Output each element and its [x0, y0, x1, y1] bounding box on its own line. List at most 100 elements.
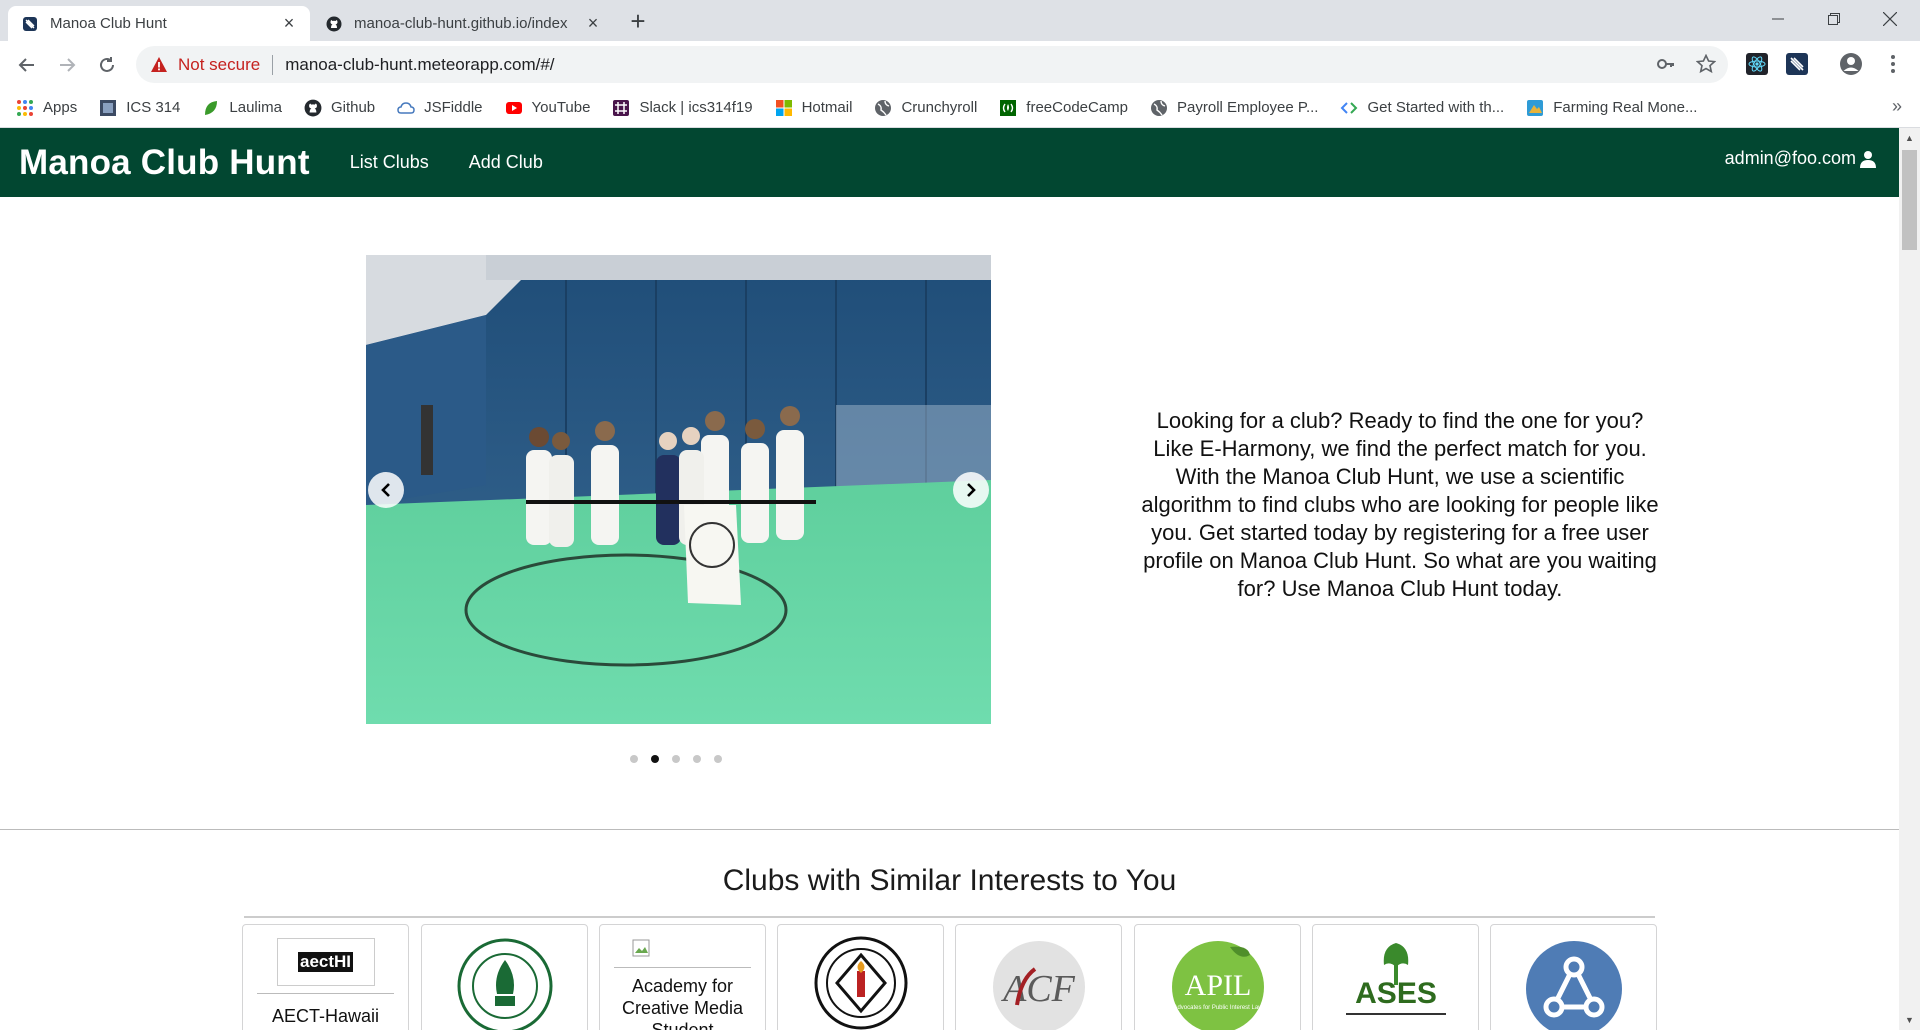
react-devtools-extension[interactable]: [1744, 51, 1770, 77]
card-divider: [257, 993, 394, 994]
club-card-ases[interactable]: ASES: [1312, 924, 1479, 1030]
page-scrollbar[interactable]: ▲ ▼: [1899, 128, 1920, 1030]
microsoft-icon: [775, 99, 792, 116]
bookmark-apps[interactable]: Apps: [16, 99, 77, 117]
meteor-devtools-extension[interactable]: [1784, 51, 1810, 77]
youtube-icon: [505, 101, 522, 114]
broken-image-icon: [632, 939, 650, 957]
tab-title: Manoa Club Hunt: [50, 15, 167, 32]
bookmark-hotmail[interactable]: Hotmail: [775, 99, 852, 117]
forward-button[interactable]: [51, 49, 83, 81]
key-icon: [1657, 59, 1674, 69]
minimize-button[interactable]: [1750, 0, 1806, 38]
more-vert-icon: [1891, 55, 1895, 73]
bookmark-farming[interactable]: Farming Real Mone...: [1526, 99, 1697, 117]
profile-button[interactable]: [1838, 51, 1864, 77]
university-seal-logo: [457, 938, 552, 1030]
forward-arrow-icon: [60, 58, 76, 72]
ases-logo: ASES: [1345, 943, 1446, 1015]
club-card-apil[interactable]: APIL Advocates for Public Interest Law: [1134, 924, 1301, 1030]
warning-icon: [151, 56, 167, 72]
bookmark-crunchyroll[interactable]: Crunchyroll: [874, 99, 977, 117]
carousel-dot[interactable]: [630, 755, 638, 763]
bookmark-github[interactable]: Github: [304, 99, 375, 117]
close-tab-icon[interactable]: ×: [584, 13, 602, 33]
globe-icon: [875, 99, 892, 116]
bookmark-label: ICS 314: [126, 99, 181, 116]
site-navbar: Manoa Club Hunt List Clubs Add Club admi…: [0, 128, 1899, 197]
bookmark-star-button[interactable]: [1692, 50, 1720, 78]
new-tab-button[interactable]: +: [624, 8, 652, 36]
bookmark-payroll[interactable]: Payroll Employee P...: [1150, 99, 1318, 117]
aect-logo: aectHI: [276, 938, 375, 986]
scroll-down-arrow[interactable]: ▼: [1899, 1010, 1920, 1030]
meteor-icon: [1786, 53, 1808, 75]
user-menu[interactable]: admin@foo.com: [1725, 148, 1877, 169]
menu-button[interactable]: [1880, 51, 1906, 77]
bookmark-laulima[interactable]: Laulima: [202, 99, 282, 117]
close-window-button[interactable]: [1862, 0, 1918, 38]
nav-add-club[interactable]: Add Club: [469, 152, 543, 173]
bookmark-youtube[interactable]: YouTube: [505, 99, 591, 117]
url-text[interactable]: manoa-club-hunt.meteorapp.com/#/: [285, 55, 554, 75]
bookmark-ics314[interactable]: ICS 314: [99, 99, 180, 117]
browser-toolbar: Not secure manoa-club-hunt.meteorapp.com…: [0, 41, 1920, 88]
password-key-button[interactable]: [1652, 50, 1680, 78]
apps-grid-icon: [17, 99, 33, 116]
carousel-prev-button[interactable]: [368, 472, 404, 508]
club-card-accounting[interactable]: [777, 924, 944, 1030]
carousel-dot[interactable]: [714, 755, 722, 763]
cloud-icon: [397, 101, 415, 114]
bookmark-label: Slack | ics314f19: [639, 99, 753, 116]
section-divider: [0, 829, 1899, 830]
hero-carousel: [366, 255, 991, 724]
club-name: Academy for Creative Media Student: [621, 976, 744, 1030]
club-card-uh[interactable]: [421, 924, 588, 1030]
section-title: Clubs with Similar Interests to You: [722, 864, 1177, 897]
address-separator: [272, 54, 274, 75]
club-name: AECT-Hawaii: [271, 1006, 380, 1026]
club-card-aect[interactable]: aectHI AECT-Hawaii: [242, 924, 409, 1030]
restore-button[interactable]: [1806, 0, 1862, 38]
bookmark-freecodecamp[interactable]: freeCodeCamp: [999, 99, 1128, 117]
reload-button[interactable]: [91, 49, 123, 81]
bookmark-label: YouTube: [531, 99, 591, 116]
game-icon: [1527, 99, 1544, 116]
carousel-next-button[interactable]: [953, 472, 989, 508]
carousel-dot-active[interactable]: [651, 755, 659, 763]
bookmark-get-started[interactable]: Get Started with th...: [1340, 99, 1504, 117]
carousel-indicators: [630, 755, 735, 763]
ases-logo-text: ASES: [1355, 977, 1437, 1010]
close-tab-icon[interactable]: ×: [280, 13, 298, 33]
reload-icon: [100, 57, 114, 72]
club-card-acm[interactable]: Academy for Creative Media Student: [599, 924, 766, 1030]
apil-logo-text: APIL: [1184, 969, 1251, 1002]
scroll-up-arrow[interactable]: ▲: [1899, 128, 1920, 148]
site-brand[interactable]: Manoa Club Hunt: [19, 143, 310, 183]
carousel-dot[interactable]: [693, 755, 701, 763]
club-card-8[interactable]: [1490, 924, 1657, 1030]
bookmark-label: Payroll Employee P...: [1177, 99, 1319, 116]
tab-github[interactable]: manoa-club-hunt.github.io/index ×: [312, 6, 614, 41]
back-button[interactable]: [11, 49, 43, 81]
globe-icon: [1151, 99, 1168, 116]
card-divider: [614, 967, 751, 968]
carousel-dot[interactable]: [672, 755, 680, 763]
club-card-acf[interactable]: ACF: [955, 924, 1122, 1030]
carousel-slide-image: [366, 255, 991, 724]
bookmark-label: Apps: [43, 99, 78, 116]
bookmark-jsfiddle[interactable]: JSFiddle: [397, 99, 483, 117]
aect-logo-text: aectHI: [297, 952, 354, 972]
tab-manoa-club-hunt[interactable]: Manoa Club Hunt ×: [8, 6, 310, 41]
bookmark-slack[interactable]: Slack | ics314f19: [612, 99, 753, 117]
chevron-right-icon: [967, 483, 976, 497]
page-icon: [100, 99, 117, 116]
address-bar[interactable]: Not secure manoa-club-hunt.meteorapp.com…: [136, 46, 1728, 83]
bookmarks-overflow-button[interactable]: »: [1892, 96, 1902, 117]
acf-logo-text: ACF: [1000, 968, 1076, 1010]
scrollbar-thumb[interactable]: [1902, 150, 1917, 250]
nav-list-clubs[interactable]: List Clubs: [350, 152, 429, 173]
security-status[interactable]: Not secure: [178, 55, 260, 75]
bookmark-label: Get Started with th...: [1367, 99, 1505, 116]
bookmarks-bar: Apps ICS 314 Laulima Github JSFiddle You…: [0, 88, 1920, 128]
